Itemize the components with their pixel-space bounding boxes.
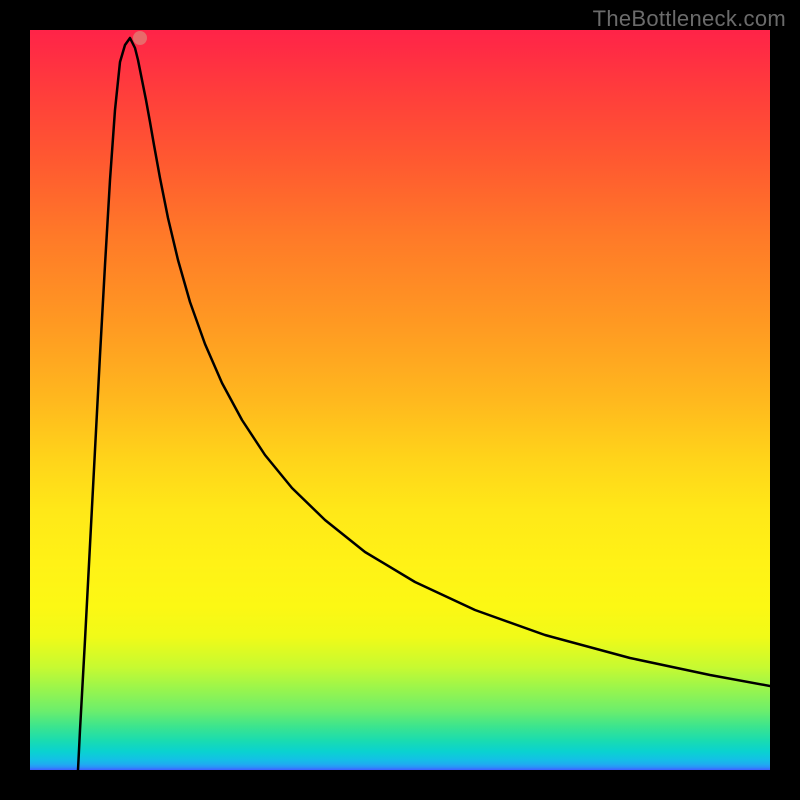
chart-svg xyxy=(30,30,770,770)
chart-container xyxy=(30,30,770,770)
bottleneck-curve xyxy=(78,38,770,770)
curve-marker xyxy=(133,31,147,45)
watermark-text: TheBottleneck.com xyxy=(593,6,786,32)
